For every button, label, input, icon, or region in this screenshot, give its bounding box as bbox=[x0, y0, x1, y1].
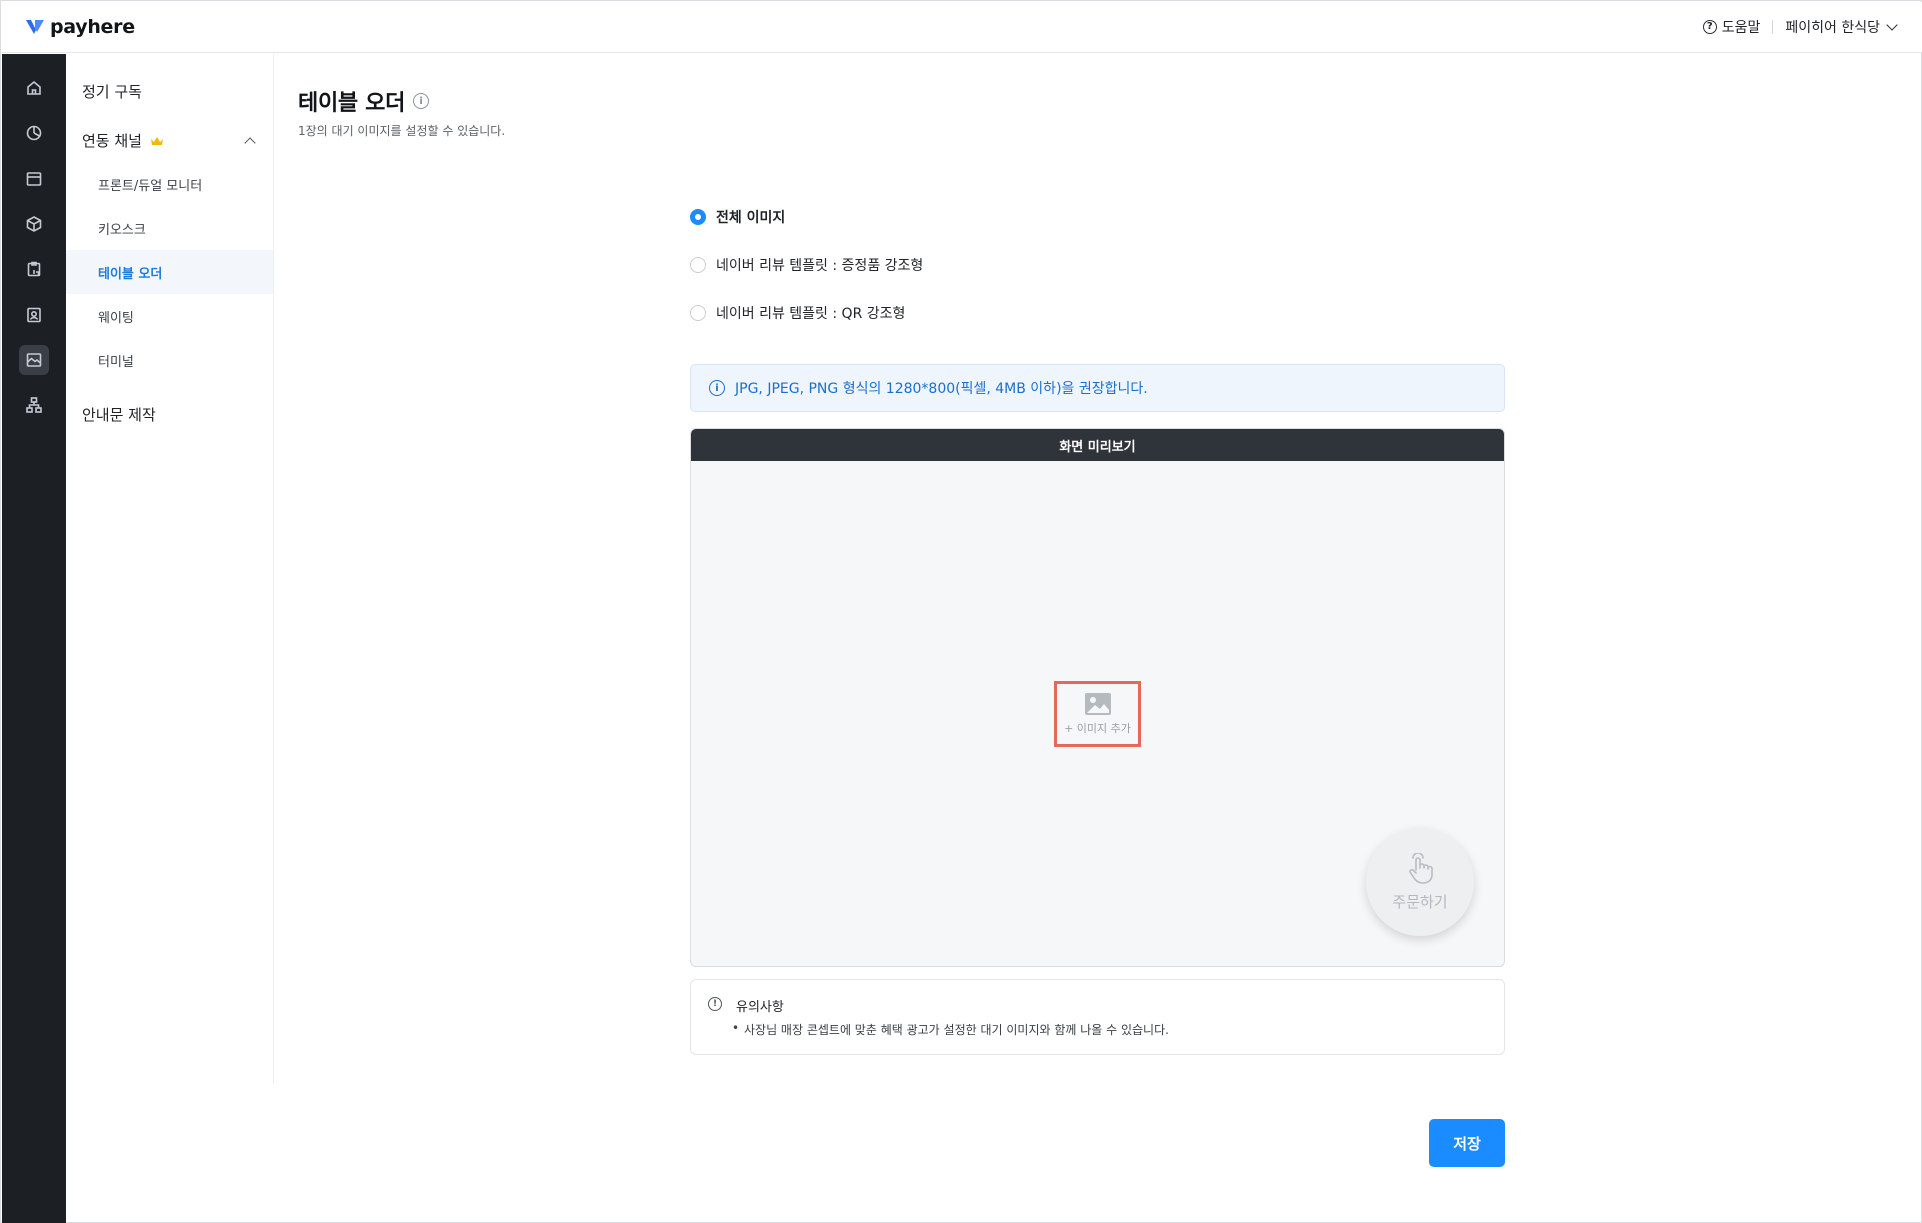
crown-icon bbox=[150, 136, 163, 145]
top-header: payhere ? 도움말 페이히어 한식당 bbox=[2, 2, 1922, 53]
rail-channels[interactable] bbox=[19, 345, 49, 375]
chevron-up-icon bbox=[244, 136, 256, 149]
screen-preview: 화면 미리보기 + 이미지 추가 주문하기 bbox=[690, 428, 1505, 967]
question-icon: ? bbox=[1702, 20, 1717, 34]
radio-full-image[interactable] bbox=[690, 209, 706, 225]
option-label: 네이버 리뷰 템플릿 : QR 강조형 bbox=[716, 306, 906, 322]
info-circle-icon: i bbox=[709, 380, 725, 396]
store-selector[interactable]: 페이히어 한식당 bbox=[1785, 17, 1898, 37]
payhere-logo-icon bbox=[26, 20, 44, 34]
tap-hand-icon bbox=[1409, 852, 1433, 884]
caution-title: 유의사항 bbox=[736, 1000, 784, 1015]
payhere-logo[interactable]: payhere bbox=[26, 16, 135, 38]
store-name: 페이히어 한식당 bbox=[1785, 20, 1880, 36]
preview-title: 화면 미리보기 bbox=[691, 429, 1504, 461]
channel-submenu: 정기 구독 연동 채널 프론트/듀얼 모니터 키오스크 테이블 오더 웨이팅 터… bbox=[66, 54, 274, 1084]
page-title: 테이블 오더 bbox=[298, 91, 406, 116]
order-button-label: 주문하기 bbox=[1392, 892, 1448, 911]
clipboard-icon bbox=[27, 261, 41, 277]
exclamation-icon: ! bbox=[708, 997, 722, 1011]
rail-inventory[interactable] bbox=[19, 254, 49, 284]
radio-naver-gift[interactable] bbox=[690, 257, 706, 273]
logo-text: payhere bbox=[50, 16, 135, 38]
add-image-button[interactable]: + 이미지 추가 bbox=[1054, 681, 1141, 747]
info-icon[interactable]: i bbox=[413, 93, 430, 109]
rail-sales[interactable] bbox=[19, 118, 49, 148]
box-icon bbox=[26, 216, 42, 232]
image-icon bbox=[1084, 693, 1111, 715]
save-button[interactable]: 저장 bbox=[1429, 1119, 1505, 1167]
rail-products[interactable] bbox=[19, 209, 49, 239]
notice-text: JPG, JPEG, PNG 형식의 1280*800(픽셀, 4MB 이하)을… bbox=[735, 381, 1148, 397]
help-label: 도움말 bbox=[1721, 20, 1761, 36]
submenu-item-table-order[interactable]: 테이블 오더 bbox=[66, 250, 273, 294]
submenu-item-waiting[interactable]: 웨이팅 bbox=[66, 294, 273, 338]
pie-chart-icon bbox=[26, 125, 42, 141]
caution-box: ! 유의사항 사장님 매장 콘셉트에 맞춘 혜택 광고가 설정한 대기 이미지와… bbox=[690, 979, 1505, 1055]
rail-customers[interactable] bbox=[19, 300, 49, 330]
rail-home[interactable] bbox=[19, 73, 49, 103]
home-icon bbox=[27, 80, 41, 95]
option-label: 네이버 리뷰 템플릿 : 증정품 강조형 bbox=[716, 258, 924, 274]
header-actions: ? 도움말 페이히어 한식당 bbox=[1702, 17, 1898, 37]
option-naver-gift[interactable]: 네이버 리뷰 템플릿 : 증정품 강조형 bbox=[690, 255, 923, 275]
app-window: payhere ? 도움말 페이히어 한식당 정기 구독 연동 채널 프론트/듀… bbox=[0, 0, 1922, 1223]
rail-payments[interactable] bbox=[19, 164, 49, 194]
page-description: 1장의 대기 이미지를 설정할 수 있습니다. bbox=[298, 124, 506, 138]
add-image-label: + 이미지 추가 bbox=[1064, 722, 1131, 735]
option-label: 전체 이미지 bbox=[716, 210, 786, 226]
image-frame-icon bbox=[26, 353, 42, 367]
format-notice: i JPG, JPEG, PNG 형식의 1280*800(픽셀, 4MB 이하… bbox=[690, 364, 1505, 412]
caution-item: 사장님 매장 콘셉트에 맞춘 혜택 광고가 설정한 대기 이미지와 함께 나올 … bbox=[732, 1021, 1169, 1038]
nav-rail bbox=[2, 54, 66, 1223]
submenu-notice-make[interactable]: 안내문 제작 bbox=[82, 404, 156, 425]
contact-icon bbox=[27, 307, 41, 323]
header-divider bbox=[1772, 20, 1774, 34]
chevron-down-icon bbox=[1886, 19, 1898, 31]
submenu-item-terminal[interactable]: 터미널 bbox=[66, 338, 273, 382]
radio-naver-qr[interactable] bbox=[690, 305, 706, 321]
option-full-image[interactable]: 전체 이미지 bbox=[690, 207, 785, 227]
order-button[interactable]: 주문하기 bbox=[1366, 828, 1474, 936]
card-icon bbox=[26, 172, 42, 186]
submenu-group-channels[interactable]: 연동 채널 bbox=[82, 130, 258, 151]
submenu-item-dual-monitor[interactable]: 프론트/듀얼 모니터 bbox=[66, 162, 273, 206]
submenu-subscription[interactable]: 정기 구독 bbox=[82, 81, 142, 102]
option-naver-qr[interactable]: 네이버 리뷰 템플릿 : QR 강조형 bbox=[690, 303, 905, 323]
org-chart-icon bbox=[26, 397, 42, 413]
rail-organization[interactable] bbox=[19, 390, 49, 420]
submenu-item-kiosk[interactable]: 키오스크 bbox=[66, 206, 273, 250]
help-button[interactable]: ? 도움말 bbox=[1702, 17, 1761, 37]
submenu-group-label: 연동 채널 bbox=[82, 132, 142, 150]
page-title-row: 테이블 오더 i bbox=[298, 85, 430, 117]
